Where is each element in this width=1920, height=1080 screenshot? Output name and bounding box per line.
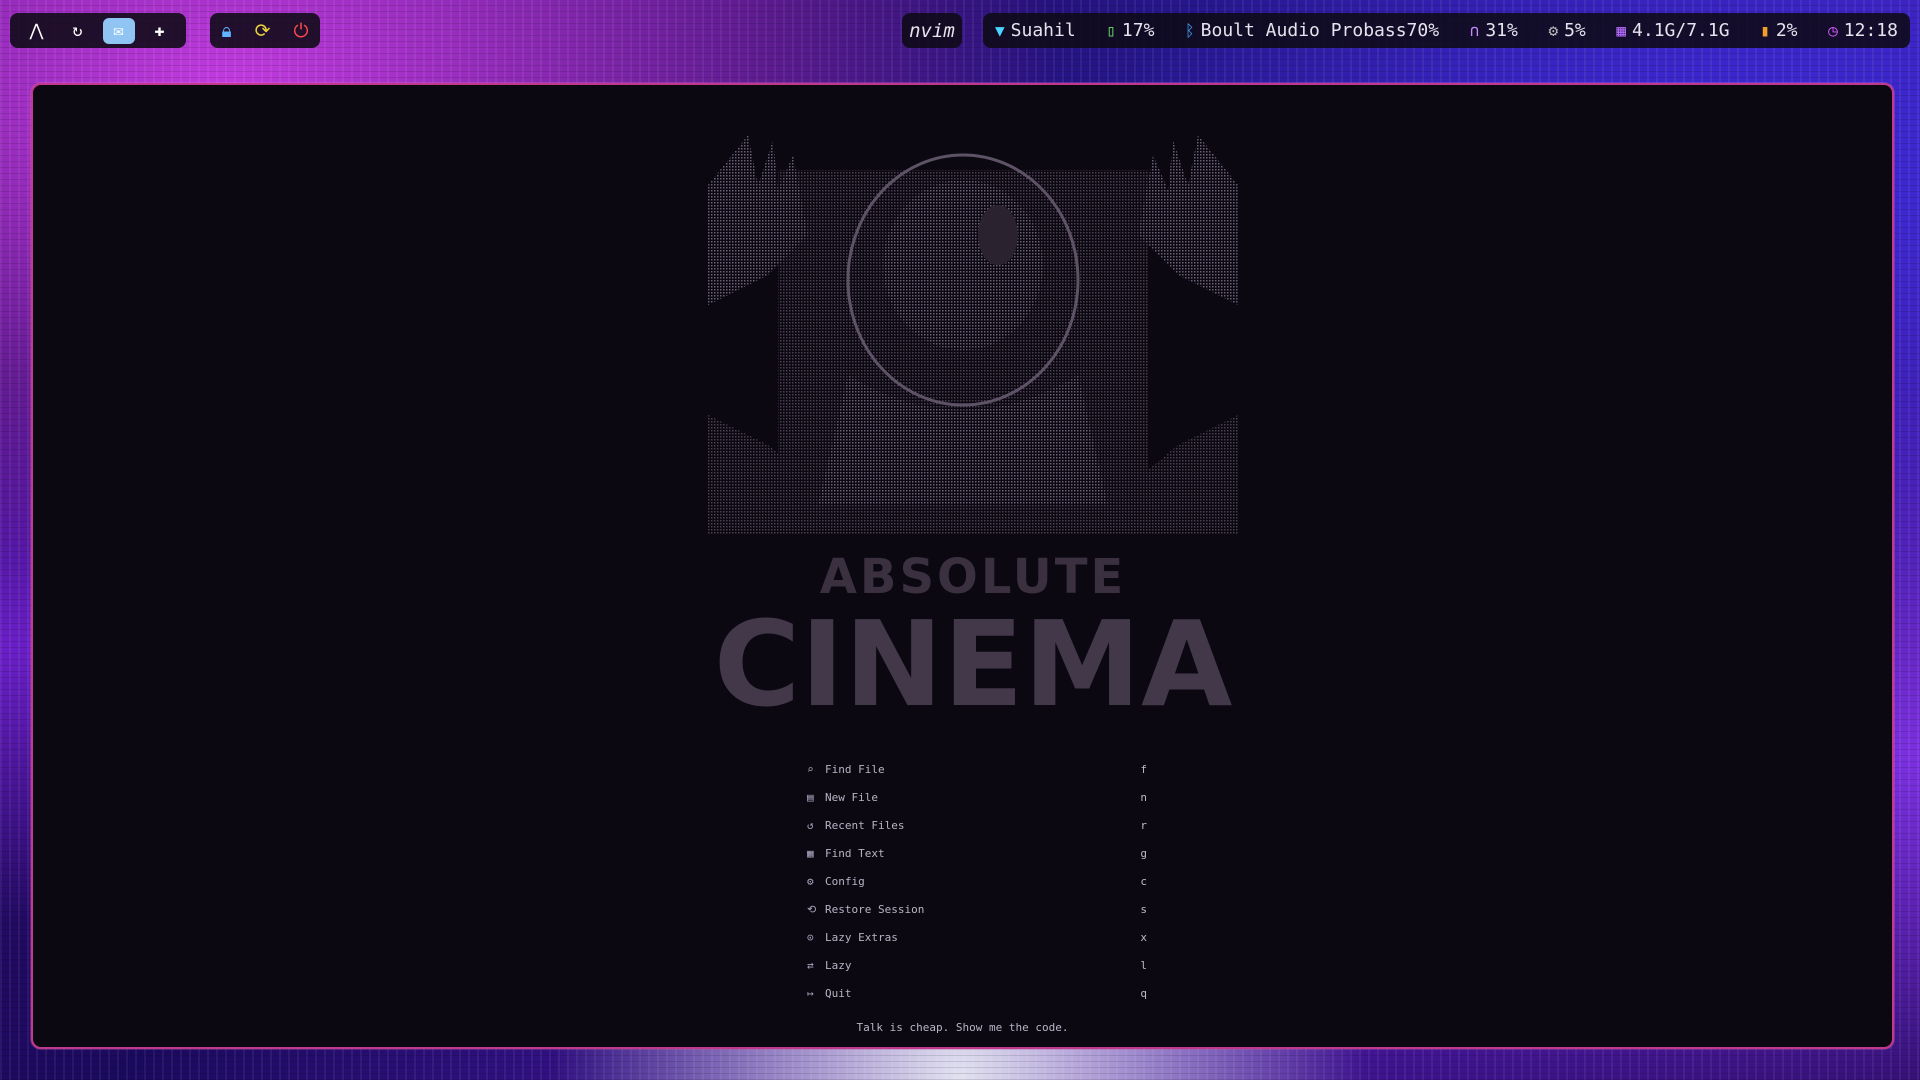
clock-module[interactable]: ◷ 12:18 [1828,20,1898,41]
menu-key: r [1140,818,1147,832]
disk-icon: ▮ [1760,21,1770,40]
header-line-cinema: CINEMA [714,595,1233,715]
headphones-icon: ∩ [1469,21,1480,40]
menu-label: New File [825,790,878,804]
menu-item-restore-session[interactable]: ⟲ Restore Session s [807,895,1147,923]
menu-label: Config [825,874,865,888]
menu-key: s [1140,902,1147,916]
session-icon: ⟲ [807,902,817,916]
menu-item-lazy[interactable]: ⇄ Lazy l [807,951,1147,979]
headphones-label: 31% [1485,20,1518,41]
clock-icon: ◷ [1828,21,1838,40]
menu-item-config[interactable]: ⚙ Config c [807,867,1147,895]
menu-item-lazy-extras[interactable]: ⊙ Lazy Extras x [807,923,1147,951]
anime-figure-art: ABSOLUTE CINEMA [708,135,1238,715]
status-modules: ▼ Suahil ▯ 17% ᛒ Boult Audio Probass70% … [983,13,1910,48]
battery-label: 17% [1121,20,1155,41]
top-bar: ⋀ ↻ ✉ ✚ 🔒︎ ⟳ ⏻ nvim ▼ Suahil ▯ 17% ᛒ Bou… [0,8,1920,50]
dashboard-menu: ⌕ Find File f ▤ New File n ↺ Recent File… [807,755,1147,1007]
search-icon: ⌕ [807,762,814,776]
lock-icon[interactable]: 🔒︎ [221,20,231,42]
menu-label: Lazy Extras [825,930,898,944]
mail-icon[interactable]: ✉ [102,17,135,44]
extras-icon: ⊙ [807,930,814,944]
menu-label: Find File [825,762,885,776]
ascii-art-header: ABSOLUTE CINEMA [708,135,1238,715]
battery-module[interactable]: ▯ 17% [1106,20,1154,41]
menu-item-recent-files[interactable]: ↺ Recent Files r [807,811,1147,839]
disk-module[interactable]: ▮ 2% [1760,20,1797,41]
gear-icon: ⚙ [807,874,814,888]
power-icon[interactable]: ⏻ [293,20,308,42]
bluetooth-icon: ᛒ [1185,21,1195,40]
wifi-module[interactable]: ▼ Suahil [995,20,1076,41]
menu-item-new-file[interactable]: ▤ New File n [807,783,1147,811]
wifi-label: Suahil [1010,20,1076,41]
file-icon: ▤ [807,790,814,804]
menu-key: n [1140,790,1147,804]
cpu-module[interactable]: ⚙ 5% [1548,20,1585,41]
menu-key: q [1140,986,1147,1000]
menu-item-quit[interactable]: ↦ Quit q [807,979,1147,1007]
menu-key: g [1140,846,1147,860]
cpu-icon: ⚙ [1548,21,1559,40]
reload-icon[interactable]: ⟳ [255,20,271,42]
menu-key: f [1140,762,1147,776]
window-title: nvim [902,13,962,48]
menu-key: c [1140,874,1147,888]
menu-label: Lazy [825,958,852,972]
memory-icon: ▦ [1616,21,1627,40]
battery-icon: ▯ [1106,21,1116,40]
disk-label: 2% [1775,20,1798,41]
quit-icon: ↦ [807,986,814,1000]
clock-label: 12:18 [1843,20,1898,41]
menu-key: x [1140,930,1147,944]
wifi-icon: ▼ [995,21,1005,40]
menu-label: Recent Files [825,818,905,832]
cpu-label: 5% [1564,20,1586,41]
menu-item-find-file[interactable]: ⌕ Find File f [807,755,1147,783]
menu-label: Restore Session [825,902,925,916]
history-icon: ↺ [807,818,814,832]
bluetooth-module[interactable]: ᛒ Boult Audio Probass70% [1185,20,1439,41]
memory-label: 4.1G/7.1G [1632,20,1730,41]
nvim-window[interactable]: ABSOLUTE CINEMA ⌕ Find File f ▤ New File… [31,83,1894,1049]
memory-module[interactable]: ▦ 4.1G/7.1G [1616,20,1729,41]
menu-label: Find Text [825,846,885,860]
gamepad-icon[interactable]: ✚ [144,18,176,44]
lazy-icon: ⇄ [807,958,814,972]
headphones-module[interactable]: ∩ 31% [1470,20,1518,41]
system-buttons: 🔒︎ ⟳ ⏻ [210,13,320,48]
dashboard-footer-quote: Talk is cheap. Show me the code. [856,1021,1069,1034]
bluetooth-label: Boult Audio Probass70% [1200,20,1440,41]
menu-item-find-text[interactable]: ▦ Find Text g [807,839,1147,867]
refresh-circle-icon[interactable]: ↻ [62,18,94,44]
arch-logo-icon[interactable]: ⋀ [21,18,53,44]
workspace-switcher: ⋀ ↻ ✉ ✚ [10,13,186,48]
menu-key: l [1140,958,1147,972]
menu-label: Quit [825,986,852,1000]
text-search-icon: ▦ [807,846,814,860]
